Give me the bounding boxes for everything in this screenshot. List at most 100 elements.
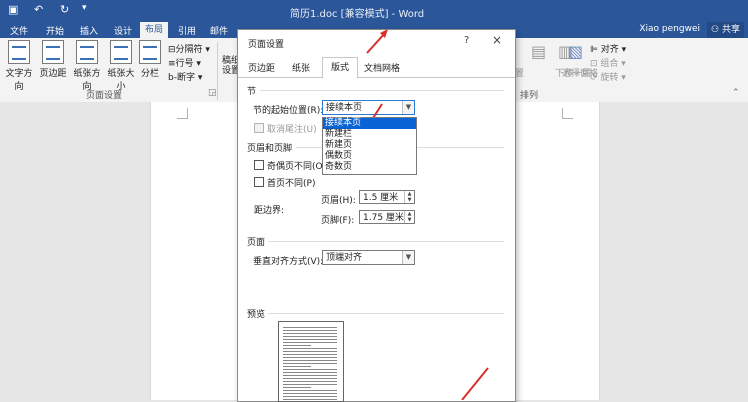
odd-even-checkbox[interactable] (254, 160, 264, 170)
preview-text-line (283, 369, 337, 370)
page-divider (268, 241, 504, 242)
align-button[interactable]: ⊫ 对齐 ▾ (590, 42, 626, 55)
close-button[interactable]: × (492, 33, 502, 47)
preview-divider (268, 313, 504, 314)
share-button[interactable]: ⚇ 共享 (707, 22, 744, 38)
preview-text-line (283, 333, 337, 334)
preview-text-line (283, 348, 337, 349)
preview-text-line (283, 375, 337, 376)
tab-layout-dialog[interactable]: 版式 (322, 57, 359, 79)
section-start-dropdown: 接续本页 新建栏 新建页 偶数页 奇数页 (322, 117, 417, 175)
tab-margins[interactable]: 页边距 (248, 61, 275, 74)
columns-button[interactable]: 分栏 (136, 40, 164, 79)
preview-text-line (283, 366, 311, 367)
text-direction-icon (8, 40, 30, 64)
footer-distance-label: 页脚(F): (321, 216, 355, 226)
preview-text-line (283, 354, 337, 355)
spinner-arrows-icon[interactable]: ▲ ▼ (404, 191, 414, 203)
truncated-label: 置 (515, 69, 525, 79)
dialog-launcher-icon[interactable]: ◲ (208, 88, 217, 98)
user-name[interactable]: Xiao pengwei (639, 24, 700, 34)
first-page-label: 首页不同(P) (267, 179, 316, 189)
tab-home[interactable]: 开始 (46, 24, 64, 37)
margin-corner-mark (177, 108, 188, 119)
option-new-column[interactable]: 新建栏 (323, 129, 416, 140)
from-edge-label: 距边界: (254, 206, 285, 216)
preview-text-line (283, 330, 337, 331)
orientation-icon (76, 40, 98, 64)
save-icon[interactable]: ▣ (8, 3, 18, 16)
preview-text-line (283, 351, 337, 352)
person-icon: ⚇ (711, 25, 722, 35)
margins-button[interactable]: 页边距 (36, 40, 70, 79)
tab-document-grid[interactable]: 文档网格 (364, 61, 400, 74)
breaks-icon: ⊟ (168, 45, 176, 55)
page-heading: 页面 (247, 238, 266, 248)
vertical-alignment-select[interactable]: 顶端对齐 ▼ (322, 250, 415, 265)
collapse-ribbon-icon[interactable]: ⌃ (732, 88, 740, 98)
line-numbers-button[interactable]: ≡行号 ▾ (168, 56, 201, 69)
preview-text-line (283, 390, 337, 391)
size-button[interactable]: 纸张大小 (104, 40, 138, 92)
page-setup-group-label: 页面设置 (86, 91, 123, 101)
margins-label: 页边距 (39, 69, 67, 79)
selection-pane-glyph: ▧ (568, 42, 584, 61)
tab-references[interactable]: 引用 (178, 24, 196, 37)
preview-text-line (283, 372, 337, 373)
dialog-tabs: 页边距 纸张 版式 文档网格 (238, 57, 515, 79)
preview-heading: 预览 (247, 310, 266, 320)
tab-mailings[interactable]: 邮件 (210, 24, 228, 37)
margin-corner-mark (562, 108, 573, 119)
option-even-page[interactable]: 偶数页 (323, 151, 416, 162)
section-divider (260, 90, 504, 91)
tab-file[interactable]: 文件 (10, 24, 28, 37)
preview-text-line (283, 393, 337, 394)
tab-insert[interactable]: 插入 (80, 24, 98, 37)
footer-distance-spinner[interactable]: 1.75 厘米 ▲ ▼ (359, 210, 415, 224)
hyphenation-icon: b- (168, 73, 177, 83)
tab-design[interactable]: 设计 (114, 24, 132, 37)
help-button[interactable]: ? (464, 35, 469, 46)
section-start-label: 节的起始位置(R): (253, 106, 324, 116)
preview-text-line (283, 381, 337, 382)
option-new-page[interactable]: 新建页 (323, 140, 416, 151)
window-title: 简历1.doc [兼容模式] - Word (290, 9, 425, 20)
option-odd-page[interactable]: 奇数页 (323, 162, 416, 173)
section-start-value: 接续本页 (326, 103, 363, 113)
undo-icon[interactable]: ↶ (34, 3, 43, 16)
selection-pane-button[interactable]: 选择窗格 (562, 66, 598, 79)
chevron-down-icon[interactable]: ▼ (402, 101, 414, 114)
text-direction-button[interactable]: 文字方向 (2, 40, 36, 92)
preview-text-line (283, 342, 337, 343)
redo-icon[interactable]: ↻ (60, 3, 69, 16)
preview-text-line (283, 345, 311, 346)
preview-text-line (283, 363, 337, 364)
preview-text-line (283, 327, 337, 328)
chevron-down-icon[interactable]: ▼ (402, 251, 414, 264)
orientation-button[interactable]: 纸张方向 (70, 40, 104, 92)
hyphenation-button[interactable]: b-断字 ▾ (168, 70, 202, 83)
preview-text-line (283, 387, 311, 388)
footer-distance-value: 1.75 厘米 (363, 213, 404, 223)
vertical-alignment-label: 垂直对齐方式(V): (253, 257, 324, 267)
breaks-button[interactable]: ⊟分隔符 ▾ (168, 42, 210, 55)
tab-layout[interactable]: 布局 (140, 22, 169, 38)
columns-icon (139, 40, 161, 64)
columns-label: 分栏 (140, 69, 159, 79)
preview-text-line (283, 378, 337, 379)
tab-paper[interactable]: 纸张 (292, 61, 310, 74)
text-direction-label: 文字方向 (5, 69, 33, 92)
spinner-arrows-icon[interactable]: ▲ ▼ (404, 211, 414, 223)
section-start-select[interactable]: 接续本页 ▼ (322, 100, 415, 115)
option-continuous[interactable]: 接续本页 (323, 118, 416, 129)
arrange-icon: ▤ (531, 42, 547, 61)
first-page-checkbox[interactable] (254, 177, 264, 187)
suppress-endnotes-checkbox[interactable] (254, 123, 264, 133)
header-distance-spinner[interactable]: 1.5 厘米 ▲ ▼ (359, 190, 415, 204)
headers-footers-heading: 页眉和页脚 (247, 144, 293, 154)
align-icon: ⊫ (590, 45, 601, 55)
arrange-group-label: 排列 (520, 91, 539, 101)
preview-text-line (283, 339, 337, 340)
title-bar: ▣ ↶ ↻ ▾ 简历1.doc [兼容模式] - Word (0, 0, 748, 22)
customize-icon[interactable]: ▾ (82, 3, 87, 13)
